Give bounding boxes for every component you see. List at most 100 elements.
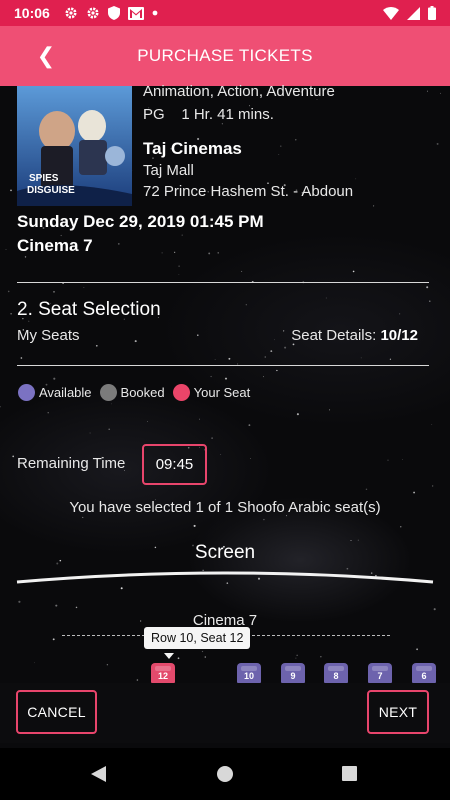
star	[295, 657, 297, 659]
star	[95, 344, 98, 347]
star	[53, 291, 55, 293]
remaining-time-label: Remaining Time	[17, 455, 126, 472]
seat-details-label: Seat Details:	[291, 327, 377, 344]
star	[134, 340, 137, 343]
star	[355, 178, 357, 180]
cellular-icon	[407, 6, 420, 20]
star	[220, 454, 222, 455]
seat[interactable]: 6	[412, 663, 436, 683]
star	[432, 485, 434, 487]
next-button[interactable]: NEXT	[367, 690, 429, 734]
star	[360, 357, 362, 359]
recents-square-icon[interactable]	[342, 766, 357, 781]
star	[178, 274, 180, 275]
app-bar: ❮ PURCHASE TICKETS	[0, 26, 450, 86]
seat-number: 12	[157, 671, 168, 681]
star	[5, 249, 7, 250]
star	[373, 205, 375, 207]
star	[55, 604, 58, 607]
star	[250, 458, 251, 459]
star	[436, 142, 439, 145]
seat[interactable]: 8	[324, 663, 348, 683]
legend-available: Available	[18, 384, 92, 401]
star	[214, 359, 216, 360]
star	[278, 154, 280, 155]
star	[10, 189, 12, 192]
star	[263, 376, 264, 378]
star	[399, 313, 401, 315]
star	[413, 491, 416, 494]
poster-title-line-1: SPIES	[29, 173, 59, 184]
cinema-mall: Taj Mall	[143, 162, 194, 179]
seat[interactable]: 10	[237, 663, 261, 683]
star	[0, 406, 1, 408]
star	[178, 265, 180, 267]
star	[10, 312, 12, 315]
star	[181, 234, 183, 236]
star	[136, 679, 139, 681]
seat-number: 10	[243, 671, 254, 681]
back-triangle-icon[interactable]	[90, 765, 107, 783]
star	[106, 664, 109, 666]
star	[210, 375, 212, 378]
star	[429, 300, 431, 302]
star	[357, 539, 359, 541]
star	[75, 606, 78, 609]
star	[280, 145, 282, 147]
star	[431, 424, 433, 425]
star	[228, 357, 231, 360]
star	[325, 297, 327, 299]
seat[interactable]: 7	[368, 663, 392, 683]
seat-details: Seat Details: 10/12	[291, 327, 418, 344]
countdown-timer: 09:45	[142, 444, 207, 485]
cinema-name: Taj Cinemas	[143, 139, 242, 158]
status-time: 10:06	[14, 5, 50, 21]
star	[284, 346, 287, 349]
star	[433, 608, 436, 611]
back-button[interactable]: ❮	[32, 40, 60, 72]
star	[24, 256, 27, 258]
home-circle-icon[interactable]	[217, 766, 233, 782]
screen-curve	[16, 571, 434, 584]
gmail-icon	[127, 6, 144, 20]
divider	[17, 282, 429, 283]
star	[276, 369, 278, 372]
star	[296, 654, 298, 656]
gear-icon	[87, 7, 99, 19]
seat-legend: Available Booked Your Seat	[18, 384, 258, 401]
hall-name: Cinema 7	[17, 236, 93, 255]
star	[224, 377, 228, 380]
star	[34, 662, 36, 664]
star	[296, 413, 299, 416]
star	[221, 123, 223, 125]
cancel-button[interactable]: CANCEL	[16, 690, 97, 734]
system-nav-bar	[0, 748, 450, 800]
poster-title-line-2: DISGUISE	[27, 185, 75, 196]
seat[interactable]: 12	[151, 663, 175, 683]
movie-poster: SPIES DISGUISE	[17, 86, 132, 206]
movie-rating-runtime: PG 1 Hr. 41 mins.	[143, 106, 274, 123]
star	[161, 252, 163, 254]
page-title: PURCHASE TICKETS	[137, 46, 313, 65]
star	[177, 657, 180, 660]
star	[248, 424, 251, 427]
star	[83, 287, 85, 288]
battery-icon	[428, 6, 436, 20]
star	[201, 650, 204, 653]
star	[274, 339, 275, 341]
star	[416, 648, 418, 651]
seat-number: 8	[333, 671, 339, 681]
legend-your-seat: Your Seat	[172, 384, 250, 401]
seat-number: 7	[377, 671, 383, 681]
chevron-left-icon: ❮	[36, 43, 56, 68]
star	[217, 252, 219, 254]
seat[interactable]: 9	[281, 663, 305, 683]
divider	[17, 365, 429, 366]
star	[7, 290, 10, 293]
movie-genre: Animation, Action, Adventure	[143, 83, 335, 100]
star	[211, 437, 213, 439]
star	[147, 421, 148, 423]
cinema-address: 72 Prince Hashem St. - Abdoun	[143, 183, 354, 200]
star	[264, 356, 266, 358]
star	[208, 252, 211, 255]
